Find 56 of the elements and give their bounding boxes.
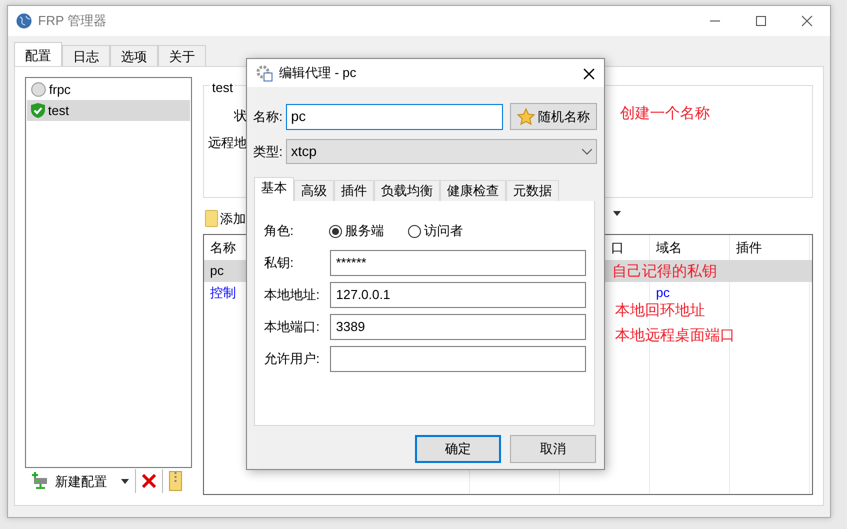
new-config-button[interactable]: 新建配置	[55, 472, 107, 492]
tab[interactable]: 元数据	[506, 180, 559, 201]
radio-button[interactable]	[329, 224, 342, 238]
radio-label: 服务端	[345, 222, 384, 240]
name-field[interactable]: pc	[286, 104, 503, 130]
tab[interactable]: 负载均衡	[374, 180, 440, 201]
radio-label: 访问者	[424, 222, 463, 240]
input-field[interactable]: ******	[330, 250, 586, 276]
delete-icon[interactable]	[142, 474, 156, 488]
tab[interactable]: 基本	[254, 177, 294, 201]
add-server-icon[interactable]	[31, 472, 49, 490]
tab[interactable]: 健康检查	[440, 180, 506, 201]
tab[interactable]: 插件	[334, 180, 374, 201]
input-field[interactable]: 127.0.0.1	[330, 282, 586, 308]
caret-icon[interactable]	[121, 478, 129, 484]
zip-file-icon[interactable]	[169, 471, 182, 492]
field-label: 本地端口:	[264, 318, 321, 336]
tab[interactable]: 日志	[62, 45, 110, 66]
column-header[interactable]: 名称	[210, 240, 236, 255]
column-header[interactable]: 口	[611, 240, 624, 255]
annotation-text: 自己记得的私钥	[612, 263, 717, 281]
ok-button[interactable]: 确定	[415, 435, 501, 463]
table-cell: pc	[210, 263, 224, 278]
tab[interactable]: 关于	[158, 45, 206, 66]
field-label: 状	[234, 107, 247, 125]
tab[interactable]: 配置	[14, 42, 62, 66]
chevron-down-icon[interactable]	[582, 148, 592, 154]
field-label: 名称:	[253, 108, 284, 126]
field-label: 类型:	[253, 142, 284, 161]
annotation-text: 创建一个名称	[620, 105, 710, 123]
add-button[interactable]: 添加	[220, 208, 246, 228]
cancel-button[interactable]: 取消	[510, 435, 596, 463]
column-header[interactable]: 插件	[736, 240, 762, 255]
tab[interactable]: 选项	[110, 45, 158, 66]
annotation-text: 本地远程桌面端口	[615, 327, 735, 345]
config-item[interactable]: frpc	[27, 79, 190, 100]
caret-icon[interactable]	[613, 210, 621, 216]
gear-icon	[255, 64, 273, 82]
globe-icon	[16, 13, 32, 29]
field-label: 允许用户:	[264, 350, 321, 368]
random-name-button[interactable]: 随机名称	[510, 103, 597, 130]
column-header[interactable]: 域名	[656, 240, 682, 255]
window-title: FRP 管理器	[38, 12, 106, 30]
star-icon	[517, 108, 535, 126]
radio-button[interactable]	[408, 224, 421, 238]
type-dropdown[interactable]: xtcp	[286, 139, 597, 164]
tab[interactable]: 高级	[294, 180, 334, 201]
input-field[interactable]	[330, 346, 586, 372]
dialog-title: 编辑代理 - pc	[279, 64, 356, 82]
annotation-text: 本地回环地址	[615, 302, 705, 320]
input-field[interactable]: 3389	[330, 314, 586, 340]
config-item[interactable]: test	[27, 100, 190, 121]
field-label: 本地地址:	[264, 286, 321, 304]
field-label: 角色:	[264, 222, 295, 240]
field-label: 远程地	[208, 134, 247, 152]
field-label: 私钥:	[264, 254, 295, 272]
